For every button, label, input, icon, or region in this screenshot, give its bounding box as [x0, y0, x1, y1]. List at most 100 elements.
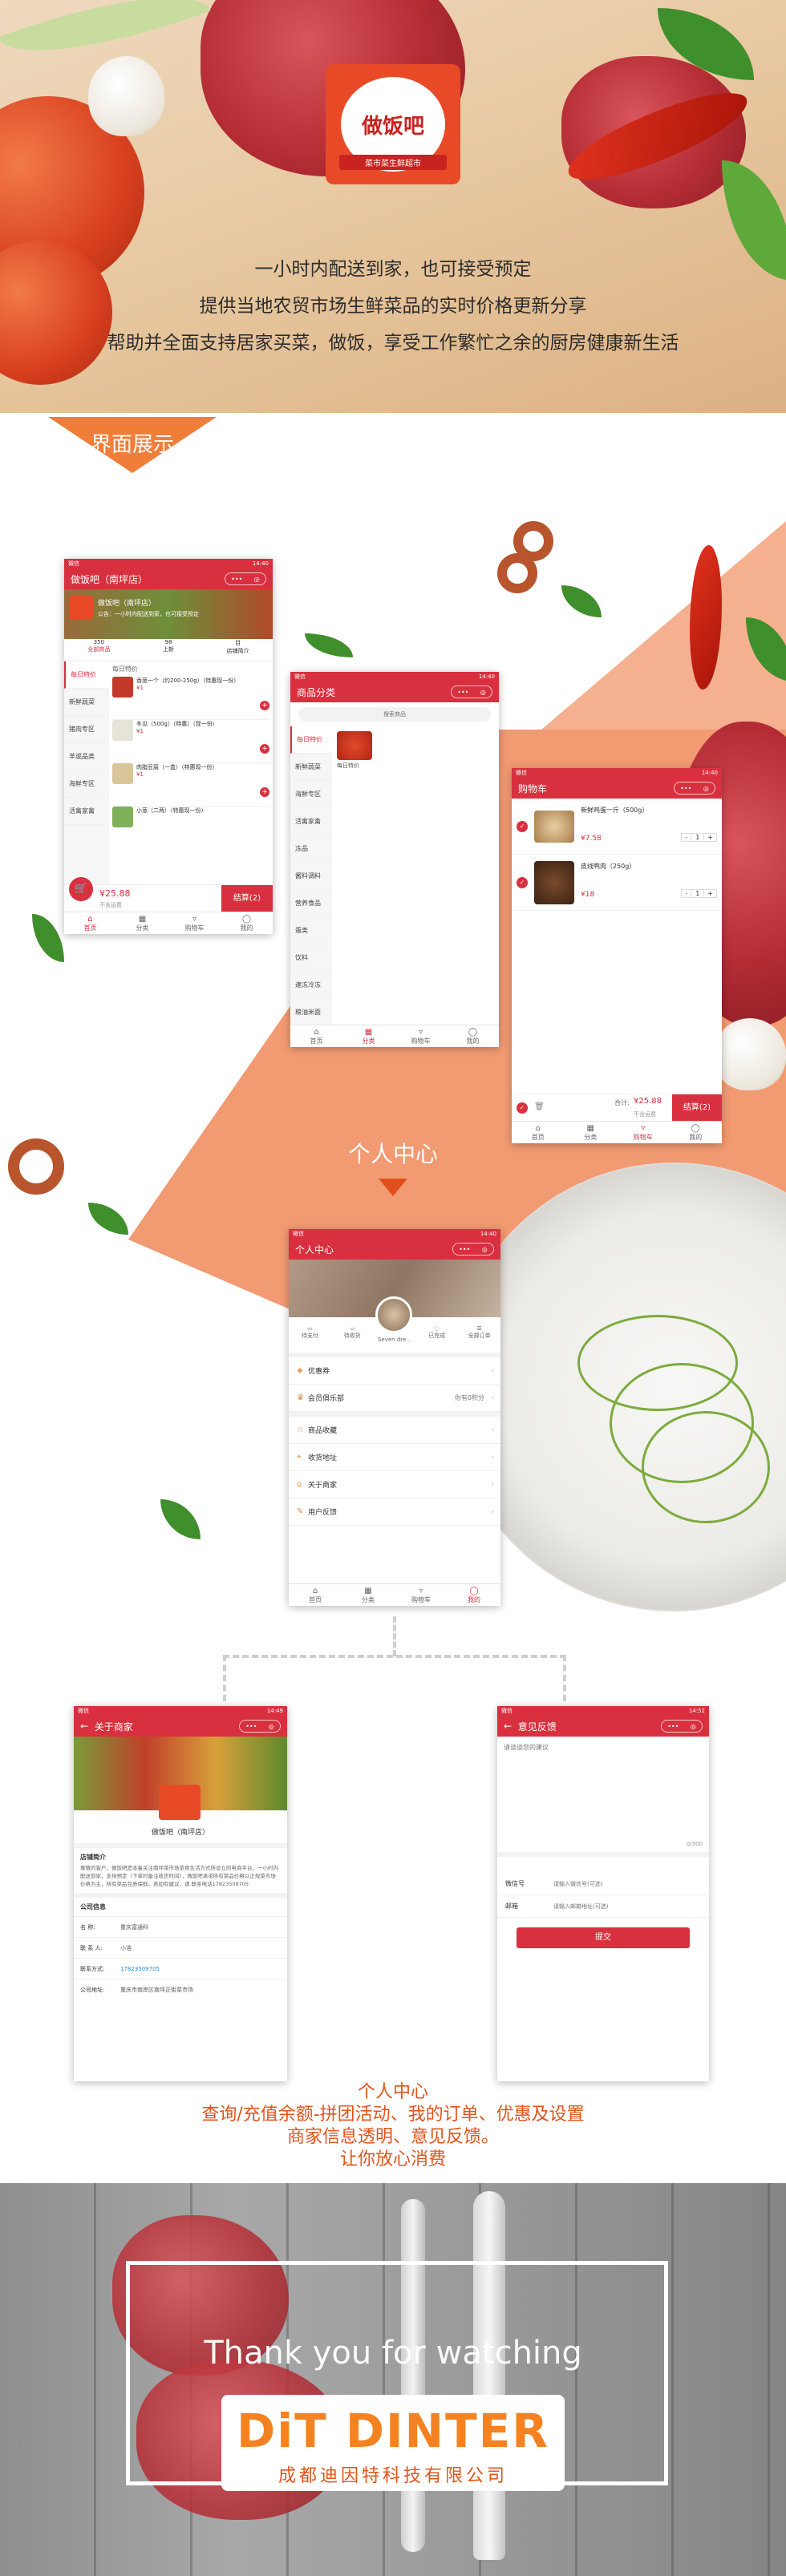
category-item[interactable]: 新鲜蔬菜 [290, 754, 332, 781]
category-item[interactable]: 羊或品类 [64, 743, 109, 770]
info-row[interactable]: 联系方式: 17823509705 [74, 1958, 287, 1979]
menu-about-merchant[interactable]: ⌂ 关于商家 › [289, 1471, 500, 1498]
tab-category[interactable]: ▦ 分类 [342, 1025, 395, 1047]
category-item[interactable]: 饮料 [290, 944, 332, 972]
order-pending-receive[interactable]: ▱ 待收货 [331, 1325, 374, 1353]
back-icon[interactable]: ← [504, 1721, 518, 1732]
wechat-label: 微信号 [505, 1880, 525, 1887]
close-icon[interactable]: ◎ [703, 785, 709, 792]
tab-cart[interactable]: ▿ 购物车 [168, 912, 221, 934]
category-item[interactable]: 酱料调料 [290, 863, 332, 890]
decrease-button[interactable]: - [682, 834, 691, 841]
product-item[interactable]: 冬瓜（500g）（特惠）（现一份） ¥1 + [112, 720, 269, 763]
tab-home[interactable]: ⌂ 首页 [64, 912, 116, 934]
menu-feedback[interactable]: ✎ 用户反馈 › [289, 1498, 500, 1526]
category-item[interactable]: 海鲜专区 [64, 770, 109, 798]
tab-home[interactable]: ⌂ 首页 [289, 1584, 342, 1606]
shop-cover [74, 1737, 287, 1820]
checkout-button[interactable]: 结算(2) [672, 1094, 722, 1122]
category-item[interactable]: 新鲜蔬菜 [64, 689, 109, 716]
category-item[interactable]: 活禽家禽 [64, 798, 109, 825]
category-item[interactable]: 猪肉专区 [64, 716, 109, 743]
grid-icon: ▦ [138, 915, 147, 924]
check-icon[interactable]: ✓ [517, 876, 528, 888]
category-item[interactable]: 每日特价 [290, 726, 332, 754]
menu-coupons[interactable]: ◈ 优惠券 › [289, 1357, 500, 1385]
add-to-cart-button[interactable]: + [260, 744, 269, 754]
category-item[interactable]: 活禽家禽 [290, 808, 332, 835]
order-pending-pay[interactable]: ▭ 待支付 [289, 1325, 331, 1353]
order-all[interactable]: ☰ 全部订单 [458, 1325, 500, 1353]
check-icon[interactable]: ✓ [517, 820, 528, 832]
menu-favorites[interactable]: ☆ 商品收藏 › [289, 1417, 500, 1444]
more-icon[interactable]: ••• [680, 785, 691, 792]
tab-cart[interactable]: ▿ 购物车 [395, 1025, 447, 1047]
wechat-input[interactable] [553, 1880, 701, 1887]
more-icon[interactable]: ••• [457, 689, 468, 696]
close-icon[interactable]: ◎ [254, 576, 260, 583]
tab-mine[interactable]: ◯ 我的 [221, 912, 273, 934]
feedback-icon: ✎ [297, 1507, 304, 1516]
home-icon: ⌂ [314, 1028, 319, 1037]
cart-icon[interactable]: 🛒 [69, 877, 93, 901]
increase-button[interactable]: + [704, 834, 716, 841]
capsule-menu[interactable]: ••• ◎ [661, 1720, 703, 1733]
more-icon[interactable]: ••• [231, 576, 242, 583]
add-to-cart-button[interactable]: + [260, 787, 269, 797]
category-item[interactable]: 冻品 [290, 835, 332, 863]
avatar[interactable] [375, 1296, 412, 1333]
capsule-menu[interactable]: ••• ◎ [674, 782, 715, 795]
category-item[interactable]: 蛋类 [290, 917, 332, 944]
stat-intro[interactable]: 目店铺简介 [203, 639, 273, 661]
tab-mine[interactable]: ◯ 我的 [448, 1584, 500, 1606]
product-item[interactable]: 香葱一个（约200-250g）（特惠现一份） ¥1 + [112, 677, 269, 720]
checkout-button[interactable]: 结算(2) [221, 885, 273, 912]
more-icon[interactable]: ••• [245, 1723, 257, 1730]
feedback-textarea[interactable] [497, 1737, 709, 1849]
order-completed[interactable]: ◌ 已完成 [415, 1325, 458, 1353]
tab-home[interactable]: ⌂ 首页 [290, 1025, 342, 1047]
stat-all[interactable]: 350 全部商品 [64, 639, 134, 661]
tab-bar: ⌂ 首页 ▦ 分类 ▿ 购物车 ◯ 我的 [290, 1025, 499, 1047]
product-image [337, 731, 372, 760]
tab-mine[interactable]: ◯ 我的 [447, 1025, 499, 1047]
category-item[interactable]: 海鲜专区 [290, 781, 332, 808]
cart-total: ¥25.88 [634, 1097, 662, 1106]
tab-cart[interactable]: ▿ 购物车 [395, 1584, 448, 1606]
more-icon[interactable]: ••• [459, 1246, 470, 1253]
category-product[interactable]: 每日特价 [337, 731, 372, 770]
close-icon[interactable]: ◎ [480, 689, 486, 696]
submit-button[interactable]: 提交 [517, 1927, 690, 1948]
back-icon[interactable]: ← [80, 1721, 95, 1732]
tab-category[interactable]: ▦ 分类 [116, 912, 168, 934]
menu-address[interactable]: ⌖ 收货地址 › [289, 1444, 500, 1471]
capsule-menu[interactable]: ••• ◎ [451, 685, 492, 698]
email-field-row: 邮箱 [497, 1895, 709, 1918]
category-item[interactable]: 每日特价 [64, 661, 109, 689]
tab-category[interactable]: ▦ 分类 [342, 1584, 395, 1606]
connector-line [223, 1655, 226, 1701]
menu-member-club[interactable]: ♛ 会员俱乐部 你有0积分 › [289, 1385, 500, 1412]
category-item[interactable]: 速冻冷冻 [290, 972, 332, 999]
close-icon[interactable]: ◎ [482, 1246, 488, 1253]
herb-leaf-image [88, 1203, 128, 1235]
capsule-menu[interactable]: ••• ◎ [452, 1243, 494, 1256]
stat-new[interactable]: 98 上新 [134, 639, 204, 661]
email-input[interactable] [553, 1903, 701, 1910]
product-item[interactable]: 小葱（二两）（特惠现一份） [112, 807, 269, 839]
category-item[interactable]: 粮油米面 [290, 999, 332, 1026]
select-all-checkbox[interactable]: ✓ [517, 1102, 528, 1114]
decrease-button[interactable]: - [682, 890, 691, 897]
category-item[interactable]: 营养食品 [290, 890, 332, 917]
search-input[interactable] [298, 707, 491, 722]
capsule-menu[interactable]: ••• ◎ [225, 572, 266, 585]
product-image [534, 810, 574, 843]
add-to-cart-button[interactable]: + [260, 701, 269, 710]
close-icon[interactable]: ◎ [691, 1723, 696, 1730]
close-icon[interactable]: ◎ [269, 1723, 274, 1730]
increase-button[interactable]: + [704, 890, 716, 897]
more-icon[interactable]: ••• [667, 1723, 679, 1730]
capsule-menu[interactable]: ••• ◎ [239, 1720, 281, 1733]
trash-icon[interactable]: 🗑 [534, 1102, 545, 1111]
product-item[interactable]: 肉脂豆腐（一盒）（特惠现一份） ¥1 + [112, 763, 269, 807]
